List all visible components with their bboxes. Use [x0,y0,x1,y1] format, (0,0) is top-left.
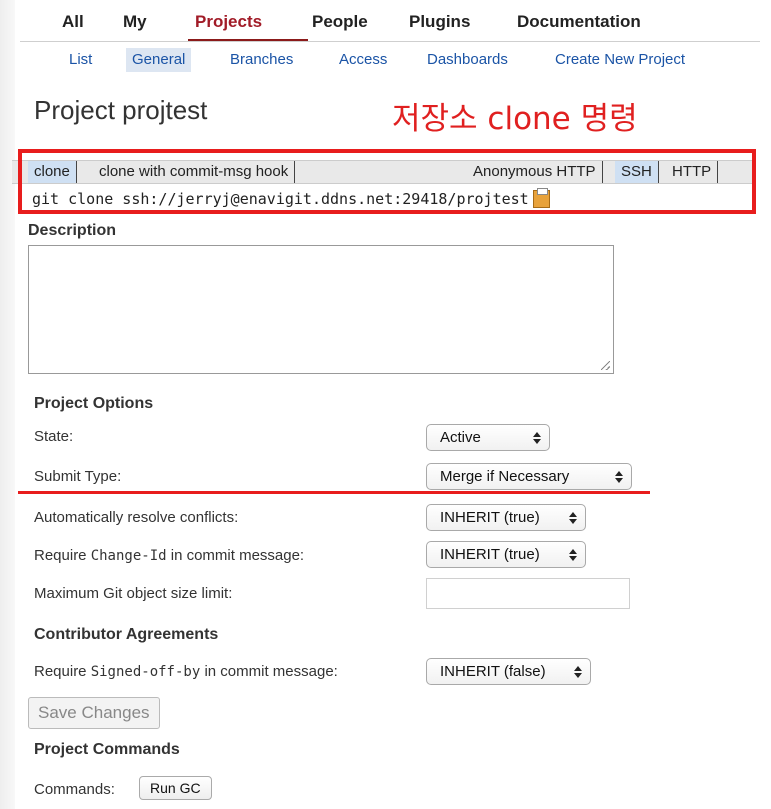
run-gc-button[interactable]: Run GC [139,776,212,800]
top-navigation: All My Projects People Plugins Documenta… [20,0,760,42]
subnav-access[interactable]: Access [333,48,393,72]
select-arrows-icon [569,549,577,561]
auto-resolve-select[interactable]: INHERIT (true) [426,504,586,531]
resize-grip-icon[interactable] [601,361,610,370]
nav-projects[interactable]: Projects [195,12,262,32]
subnav-branches[interactable]: Branches [224,48,299,72]
state-label: State: [34,428,74,445]
annotation-text: 저장소 clone 명령 [392,101,638,137]
nav-my[interactable]: My [123,12,147,32]
max-object-size-input[interactable] [426,578,630,609]
submit-type-label: Submit Type: [34,468,122,485]
nav-plugins[interactable]: Plugins [409,12,470,32]
max-object-size-label: Maximum Git object size limit: [34,585,233,602]
subnav-list[interactable]: List [63,48,98,72]
select-arrows-icon [533,432,541,444]
auto-resolve-select-value: INHERIT (true) [440,509,540,526]
signed-off-by-select[interactable]: INHERIT (false) [426,658,591,685]
select-arrows-icon [615,471,623,483]
signed-off-by-label: Require Signed-off-by in commit message: [34,663,338,680]
save-changes-button[interactable]: Save Changes [28,697,160,729]
require-change-id-select[interactable]: INHERIT (true) [426,541,586,568]
contributor-agreements-heading: Contributor Agreements [34,626,219,643]
subnav-dashboards[interactable]: Dashboards [421,48,514,72]
select-arrows-icon [574,666,582,678]
highlight-underline [18,491,650,494]
clone-highlight-box [18,149,756,214]
signed-off-by-select-value: INHERIT (false) [440,663,546,680]
subnav-create-new-project[interactable]: Create New Project [549,48,691,72]
select-arrows-icon [569,512,577,524]
nav-documentation[interactable]: Documentation [517,12,641,32]
description-label: Description [28,222,117,239]
submit-type-select[interactable]: Merge if Necessary [426,463,632,490]
commands-label: Commands: [34,781,115,798]
project-options-heading: Project Options [34,395,154,412]
nav-all[interactable]: All [62,12,84,32]
auto-resolve-label: Automatically resolve conflicts: [34,509,239,526]
description-textarea[interactable] [28,245,614,374]
window-edge [0,0,15,809]
state-select-value: Active [440,429,481,446]
require-change-id-label: Require Change-Id in commit message: [34,547,305,564]
nav-people[interactable]: People [312,12,368,32]
require-change-id-select-value: INHERIT (true) [440,546,540,563]
project-commands-heading: Project Commands [34,741,180,758]
sub-navigation: List General Branches Access Dashboards … [20,46,760,74]
subnav-general[interactable]: General [126,48,192,72]
submit-type-select-value: Merge if Necessary [440,468,570,485]
nav-divider [20,41,760,42]
state-select[interactable]: Active [426,424,550,451]
page-title: Project projtest [34,95,208,125]
